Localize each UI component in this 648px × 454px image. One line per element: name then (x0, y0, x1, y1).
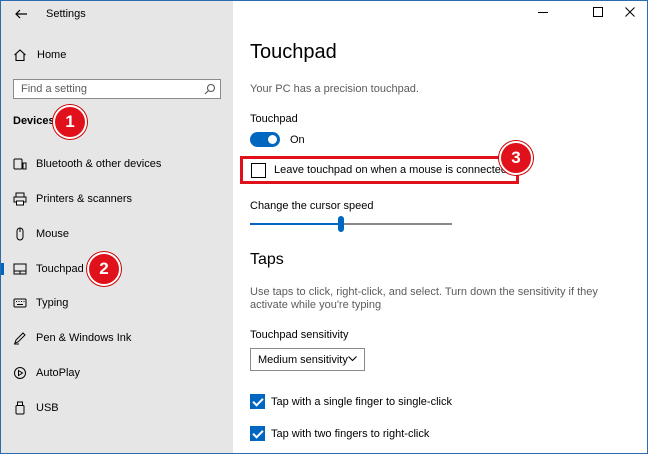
home-label: Home (37, 49, 67, 61)
slider-fill (250, 223, 341, 225)
taps-description-line2: activate while you're typing (250, 299, 382, 311)
taps-section-title: Taps (250, 251, 284, 268)
leave-touchpad-on-checkbox[interactable] (251, 163, 266, 178)
toggle-state-text: On (290, 134, 305, 146)
tap-single-label: Tap with a single finger to single-click (271, 396, 452, 408)
annotation-badge-1: 1 (53, 105, 87, 139)
page-subtitle: Your PC has a precision touchpad. (250, 83, 419, 95)
main-panel: Touchpad Your PC has a precision touchpa… (233, 1, 647, 453)
search-icon[interactable] (204, 83, 216, 95)
touchpad-toggle-label: Touchpad (250, 113, 298, 125)
touchpad-toggle[interactable] (250, 132, 280, 147)
annotation-badge-3: 3 (499, 141, 533, 175)
search-input[interactable] (14, 80, 194, 98)
keyboard-icon (13, 296, 27, 310)
minimize-icon[interactable] (536, 5, 550, 19)
sidebar-item-label: USB (36, 402, 59, 414)
sidebar-item-printers[interactable]: Printers & scanners (1, 187, 233, 211)
sensitivity-value: Medium sensitivity (258, 353, 348, 366)
sidebar: Settings Home Devices Bluetooth & other … (1, 1, 233, 453)
settings-window: Settings Home Devices Bluetooth & other … (0, 0, 648, 454)
pen-icon (13, 331, 27, 345)
maximize-icon[interactable] (591, 5, 605, 19)
cursor-speed-label: Change the cursor speed (250, 200, 374, 212)
mouse-icon (13, 227, 27, 241)
sensitivity-label: Touchpad sensitivity (250, 329, 349, 341)
sidebar-item-label: Mouse (36, 228, 70, 240)
home-nav-item[interactable]: Home (13, 46, 66, 64)
chevron-down-icon (348, 356, 357, 362)
sidebar-item-pen[interactable]: Pen & Windows Ink (1, 326, 233, 350)
sidebar-item-typing[interactable]: Typing (1, 291, 233, 315)
window-title: Settings (46, 8, 86, 20)
tap-two-checkbox[interactable] (250, 426, 265, 441)
sensitivity-dropdown[interactable]: Medium sensitivity (250, 348, 365, 371)
close-icon[interactable] (623, 5, 637, 19)
sidebar-item-label: Printers & scanners (36, 193, 132, 205)
home-icon (13, 48, 27, 62)
slider-thumb[interactable] (338, 216, 344, 232)
annotation-highlight-box: Leave touchpad on when a mouse is connec… (240, 156, 519, 184)
sidebar-item-label: Pen & Windows Ink (36, 332, 132, 344)
sidebar-item-label: Typing (36, 297, 69, 309)
search-box[interactable] (13, 79, 221, 99)
toggle-knob (268, 135, 277, 144)
sidebar-item-label: Bluetooth & other devices (36, 158, 162, 170)
sidebar-item-usb[interactable]: USB (1, 396, 233, 420)
sidebar-item-bluetooth[interactable]: Bluetooth & other devices (1, 152, 233, 176)
sidebar-item-label: AutoPlay (36, 367, 81, 379)
tap-single-checkbox[interactable] (250, 394, 265, 409)
tap-two-label: Tap with two fingers to right-click (271, 428, 430, 440)
sidebar-item-mouse[interactable]: Mouse (1, 222, 233, 246)
sidebar-item-autoplay[interactable]: AutoPlay (1, 361, 233, 385)
touchpad-icon (13, 262, 27, 276)
leave-touchpad-on-label: Leave touchpad on when a mouse is connec… (274, 164, 507, 176)
usb-icon (13, 401, 27, 415)
printer-icon (13, 192, 27, 206)
sidebar-item-label: Touchpad (36, 263, 84, 275)
bluetooth-devices-icon (13, 157, 27, 171)
selected-indicator (1, 263, 4, 275)
back-arrow-icon[interactable] (13, 6, 29, 22)
taps-description-line1: Use taps to click, right-click, and sele… (250, 286, 598, 298)
cursor-speed-slider[interactable] (250, 216, 452, 232)
annotation-badge-2: 2 (87, 252, 121, 286)
page-title: Touchpad (250, 41, 337, 63)
autoplay-icon (13, 366, 27, 380)
section-title-devices: Devices (13, 115, 55, 127)
